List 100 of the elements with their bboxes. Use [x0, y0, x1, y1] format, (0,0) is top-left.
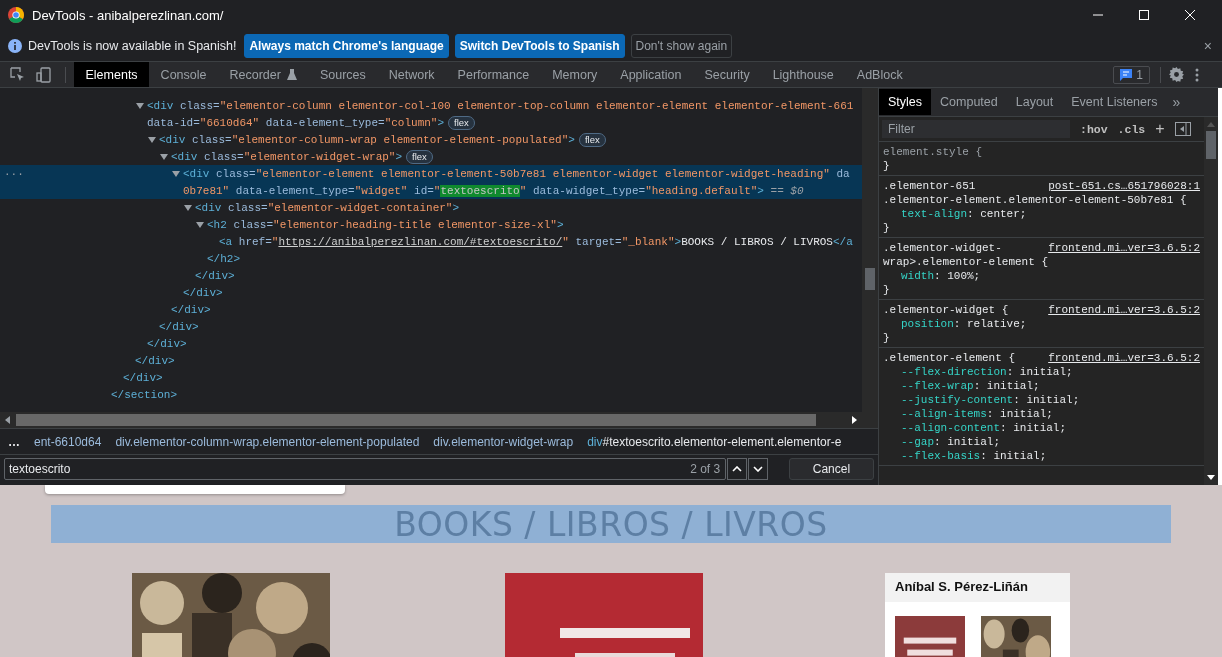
scroll-left-icon[interactable]: [4, 416, 12, 424]
source-link[interactable]: frontend.mi…ver=3.6.5:2: [1048, 303, 1200, 317]
flex-badge[interactable]: flex: [448, 115, 475, 130]
expand-arrow-icon[interactable]: [196, 221, 204, 228]
window-title: DevTools - anibalperezlinan.com/: [32, 7, 225, 23]
panel-tab[interactable]: Application: [608, 62, 693, 87]
scrollbar-thumb[interactable]: [16, 414, 816, 426]
breadcrumb[interactable]: ent-6610d64: [34, 430, 102, 453]
css-declaration: --align-content: initial;: [900, 421, 1068, 435]
dom-node-row[interactable]: data-id="6610d64" data-element_type="column"> flex: [0, 114, 862, 131]
closing-tag: </div>: [171, 303, 211, 316]
source-link[interactable]: frontend.mi…ver=3.6.5:2: [1048, 351, 1200, 365]
panel-tab[interactable]: Lighthouse: [761, 62, 846, 87]
closing-tag: </div>: [159, 320, 199, 333]
dom-node-row[interactable]: </div>: [0, 352, 862, 369]
more-tabs-button[interactable]: »: [1166, 94, 1181, 110]
dom-node-row[interactable]: </div>: [0, 284, 862, 301]
dom-node-row[interactable]: <div class="elementor-widget-container">: [0, 199, 862, 216]
settings-icon[interactable]: [1169, 67, 1184, 82]
expand-arrow-icon[interactable]: [148, 136, 156, 143]
expand-arrow-icon[interactable]: [136, 102, 144, 109]
panel-tab[interactable]: Elements: [74, 62, 150, 87]
dom-node-row[interactable]: </div>: [0, 335, 862, 352]
panel-tab[interactable]: Console: [149, 62, 218, 87]
next-match-button[interactable]: [747, 457, 768, 480]
closing-tag: </div>: [147, 337, 187, 350]
closing-tag: </div>: [183, 286, 223, 299]
scroll-down-icon[interactable]: [1207, 475, 1215, 481]
panel-tab[interactable]: AdBlock: [845, 62, 915, 87]
previous-match-button[interactable]: [727, 457, 747, 480]
dom-node-row[interactable]: <h2 class="elementor-heading-title elementor-size-xl">: [0, 216, 862, 233]
element-code: <a href="https://anibalperezlinan.com/#textoescrito/" target="_blank">BOOKS / LIBROS / LIVROS</a: [219, 235, 853, 248]
chevron-down-icon: [752, 465, 763, 472]
new-rule-button[interactable]: +: [1155, 120, 1165, 138]
dom-node-row[interactable]: </div>: [0, 267, 862, 284]
panel-tab[interactable]: Security: [693, 62, 762, 87]
expand-arrow-icon[interactable]: [184, 204, 192, 211]
panel-tab[interactable]: Recorder: [218, 62, 309, 87]
panel-tab[interactable]: Sources: [308, 62, 378, 87]
dom-node-row[interactable]: <a href="https://anibalperezlinan.com/#textoescrito/" target="_blank">BOOKS / LIBROS / LIVROS</a: [0, 233, 862, 250]
source-link[interactable]: frontend.mi…ver=3.6.5:2: [1048, 241, 1200, 255]
dom-node-row[interactable]: </h2>: [0, 250, 862, 267]
info-icon: [8, 38, 22, 53]
expand-arrow-icon[interactable]: [160, 153, 168, 160]
source-link[interactable]: post-651.cs…651796028:1: [1048, 179, 1200, 193]
scrollbar-thumb[interactable]: [1206, 131, 1216, 159]
scrollbar-thumb[interactable]: [865, 268, 875, 290]
dom-node-row[interactable]: ··· <div class="elementor-element elementor-element-50b7e81 elementor-widget elementor-widget-heading" da: [0, 165, 862, 182]
breadcrumb[interactable]: div#textoescrito.elementor-element.elementor-e: [587, 430, 842, 453]
sidebar-tab[interactable]: Styles: [879, 89, 932, 115]
flex-badge[interactable]: flex: [406, 149, 433, 164]
closing-tag: </div>: [123, 371, 163, 384]
sidebar-tab[interactable]: Event Listeners: [1062, 89, 1167, 115]
dom-node-row[interactable]: </div>: [0, 369, 862, 386]
dom-node-row[interactable]: 0b7e81" data-element_type="widget" id="textoescrito" data-widget_type="heading.default"> == $0: [0, 182, 862, 199]
element-code: <div class="elementor-column elementor-col-100 elementor-top-column elementor-element elementor-element-661: [147, 99, 854, 112]
closing-brace: }: [883, 159, 891, 173]
sidebar-tab[interactable]: Layout: [1006, 89, 1063, 115]
more-crumbs[interactable]: …: [8, 434, 20, 449]
breadcrumb[interactable]: div.elementor-column-wrap.elementor-element-populated: [115, 430, 420, 453]
sidebar-toggle-icon[interactable]: [1174, 122, 1191, 136]
breadcrumb[interactable]: div.elementor-widget-wrap: [433, 430, 574, 453]
filter-field[interactable]: Filter: [882, 120, 1070, 138]
css-declaration: width: 100%;: [900, 269, 982, 283]
panel-tab[interactable]: Network: [377, 62, 447, 87]
hover-state-button[interactable]: :hov: [1080, 122, 1108, 136]
device-icon[interactable]: [36, 66, 52, 83]
flex-badge[interactable]: flex: [578, 132, 606, 147]
close-infobar-button[interactable]: ×: [1203, 37, 1222, 54]
panel-tab[interactable]: Performance: [446, 62, 541, 87]
more-dots[interactable]: ···: [4, 167, 24, 180]
infobar-button[interactable]: Switch DevTools to Spanish: [454, 33, 625, 58]
cancel-button[interactable]: Cancel: [788, 457, 874, 480]
element-code: <h2 class="elementor-heading-title elementor-size-xl">: [207, 218, 564, 231]
expand-arrow-icon[interactable]: [172, 170, 180, 177]
maximize-icon[interactable]: [1138, 9, 1150, 21]
element-code: 0b7e81" data-element_type="widget" id="textoescrito" data-widget_type="heading.default"> == $0: [183, 184, 804, 197]
infobar-button[interactable]: Always match Chrome's language: [244, 33, 449, 58]
dom-node-row[interactable]: </div>: [0, 301, 862, 318]
closing-tag: </h2>: [207, 252, 240, 265]
dom-node-row[interactable]: <div class="elementor-column elementor-col-100 elementor-top-column elementor-element elementor-element-661: [0, 97, 862, 114]
css-declaration: --flex-direction: initial;: [900, 365, 1074, 379]
closing-tag: </section>: [111, 388, 177, 401]
dom-node-row[interactable]: </div>: [0, 318, 862, 335]
css-selector: .elementor-widget-: [883, 241, 1002, 255]
close-icon[interactable]: [1184, 9, 1196, 21]
css-declaration: text-align: center;: [900, 207, 1028, 221]
infobar-button[interactable]: Don't show again: [630, 33, 733, 58]
css-declaration: --align-items: initial;: [900, 407, 1054, 421]
dom-node-row[interactable]: <div class="elementor-column-wrap elementor-element-populated"> flex: [0, 131, 862, 148]
class-button[interactable]: .cls: [1117, 122, 1146, 136]
inspect-icon[interactable]: [10, 67, 25, 82]
scroll-right-icon[interactable]: [850, 416, 858, 424]
dom-node-row[interactable]: <div class="elementor-widget-wrap"> flex: [0, 148, 862, 165]
sidebar-tab[interactable]: Computed: [931, 89, 1007, 115]
dom-node-row[interactable]: </section>: [0, 386, 862, 403]
panel-tab[interactable]: Memory: [540, 62, 609, 87]
issues-button[interactable]: 1: [1113, 65, 1150, 84]
css-selector: wrap>.elementor-element {: [883, 255, 1049, 269]
more-menu-icon[interactable]: [1195, 67, 1199, 82]
